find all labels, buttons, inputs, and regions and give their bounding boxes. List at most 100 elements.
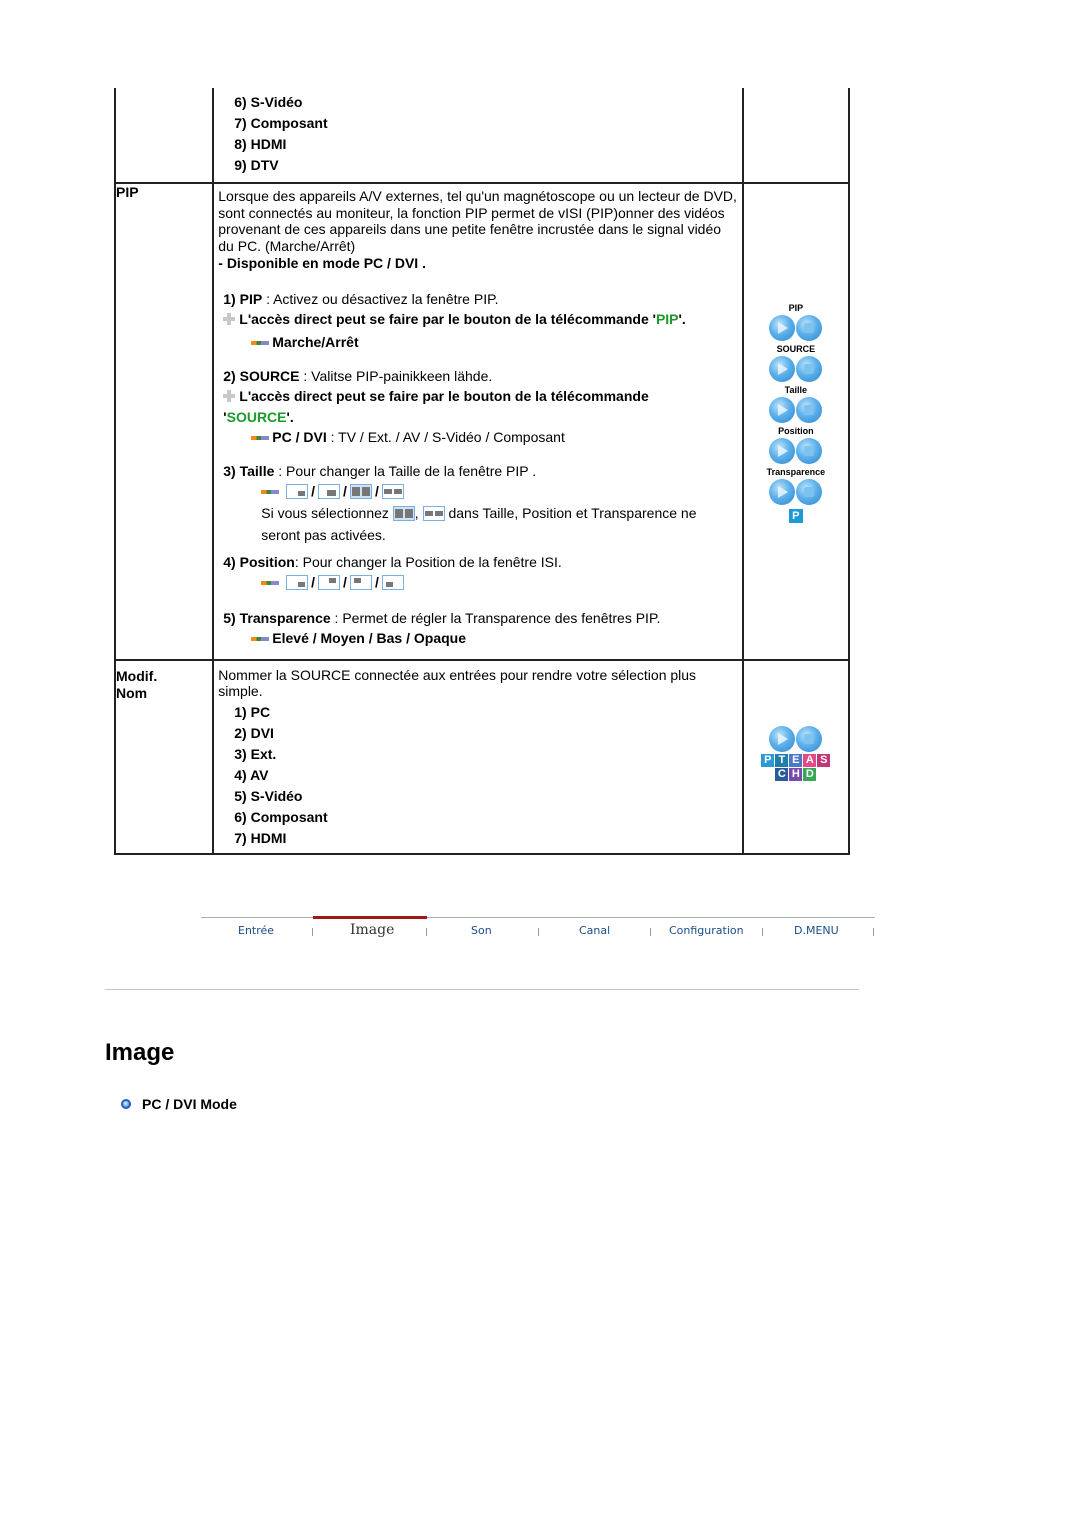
letter-tile: A [803, 753, 817, 767]
position-options: / / / [223, 573, 741, 591]
tab-divider [873, 928, 874, 936]
pip-double-full-icon [349, 484, 372, 500]
remote-label: PIP [788, 303, 804, 313]
pip-bottom-right-icon [286, 575, 309, 591]
tab-canal[interactable]: Canal [579, 924, 610, 937]
tab-divider [426, 928, 427, 936]
row-label-pip: PIP [113, 182, 215, 661]
letter-tile: P [761, 753, 775, 767]
stop-button-icon [796, 479, 823, 505]
remote-buttons-cell: PTEAS CHD [741, 658, 851, 855]
pip-option-transparence: 5) Transparence : Permet de régler la Tr… [223, 609, 661, 646]
content-cell: Nommer la SOURCE connectée aux entrées p… [212, 658, 744, 855]
play-button-icon [769, 397, 796, 423]
stop-button-icon [796, 315, 823, 341]
option-name: Taille [239, 462, 275, 479]
letter-tile: E [789, 753, 803, 767]
play-button-icon [769, 479, 796, 505]
bar-icon [261, 489, 280, 494]
remote-label: Transparence [766, 467, 826, 477]
plus-icon [223, 312, 236, 325]
letter-tile: H [789, 767, 803, 781]
list-item: 3) Ext. [234, 745, 277, 762]
list-item: 7) HDMI [234, 829, 287, 846]
letter-tile: S [817, 753, 831, 767]
pip-large-icon [318, 484, 341, 500]
plus-icon [223, 389, 236, 402]
pip-description: Lorsque des appareils A/V externes, tel … [218, 188, 737, 254]
section-heading: PC / DVI Mode [121, 1096, 237, 1112]
list-item: 5) S-Vidéo [234, 787, 303, 804]
pip-double-full-icon [392, 506, 415, 522]
play-button-icon [769, 725, 796, 752]
bar-icon [261, 580, 280, 585]
stop-button-icon [796, 438, 823, 464]
option-name: SOURCE [239, 367, 300, 384]
tab-divider [650, 928, 651, 936]
list-item: 1) PC [234, 703, 271, 720]
option-name: Transparence [239, 609, 331, 626]
bullet-icon [121, 1099, 131, 1109]
bar-icon [251, 636, 270, 641]
active-tab-indicator [313, 916, 427, 919]
list-item: 9) DTV [234, 157, 279, 173]
divider [105, 989, 859, 990]
list-item: 7) Composant [234, 115, 328, 131]
pip-badge-icon: P [788, 509, 803, 523]
pip-option-taille: 3) Taille : Pour changer la Taille de la… [214, 462, 741, 546]
remote-label: Taille [784, 385, 808, 395]
table-row-rename: Modif. Nom Nommer la SOURCE connectée au… [113, 658, 851, 855]
pip-top-left-icon [349, 575, 372, 591]
pip-availability: - Disponible en mode PC / DVI . [218, 255, 426, 271]
tab-entree[interactable]: Entrée [238, 924, 274, 937]
icon-cell [741, 88, 851, 184]
table-row-pip: PIP Lorsque des appareils A/V externes, … [113, 182, 851, 661]
menu-tabs: Entrée Image Son Canal Configuration D.M… [201, 916, 875, 948]
source-letters-icon: PTEAS CHD [761, 753, 831, 782]
size-options: / / / [223, 482, 741, 500]
list-item: 6) S-Vidéo [234, 94, 303, 110]
tab-son[interactable]: Son [471, 924, 492, 937]
play-button-icon [769, 356, 796, 382]
pip-option-position: 4) Position: Pour changer la Position de… [214, 553, 741, 591]
option-name: Position [239, 553, 295, 570]
tab-dmenu[interactable]: D.MENU [794, 924, 839, 937]
play-button-icon [769, 315, 796, 341]
tab-divider [312, 928, 313, 936]
list-item: 8) HDMI [234, 136, 287, 152]
pip-option-source: 2) SOURCE : Valitse PIP-painikkeen lähde… [223, 367, 649, 445]
label-cell [113, 88, 215, 184]
option-name: PIP [239, 290, 263, 307]
tab-image[interactable]: Image [350, 922, 394, 938]
tab-configuration[interactable]: Configuration [669, 924, 744, 937]
pip-option-pip: 1) PIP : Activez ou désactivez la fenêtr… [223, 290, 686, 350]
settings-table: 6) S-Vidéo 7) Composant 8) HDMI 9) DTV P… [113, 88, 851, 855]
table-row-continued: 6) S-Vidéo 7) Composant 8) HDMI 9) DTV [113, 88, 851, 184]
stop-button-icon [796, 725, 823, 752]
bar-icon [251, 340, 270, 345]
letter-tile: C [775, 767, 789, 781]
list-item: 4) AV [234, 766, 269, 783]
pip-double-icon [381, 484, 404, 500]
pip-double-icon [422, 506, 445, 522]
remote-key-source: SOURCE [226, 408, 287, 425]
list-item: 2) DVI [234, 724, 274, 741]
tab-divider [762, 928, 763, 936]
remote-key-pip: PIP [655, 310, 679, 327]
rename-description: Nommer la SOURCE connectée aux entrées p… [218, 666, 697, 700]
bar-icon [251, 435, 270, 440]
remote-label: SOURCE [776, 344, 816, 354]
remote-buttons-cell: PIP SOURCE Taille Position Transparence … [741, 182, 851, 661]
tab-divider [538, 928, 539, 936]
row-label-rename: Modif. Nom [113, 658, 215, 855]
page-title: Image [105, 1039, 175, 1066]
stop-button-icon [796, 356, 823, 382]
stop-button-icon [796, 397, 823, 423]
letter-tile: D [803, 767, 817, 781]
list-item: 6) Composant [234, 808, 328, 825]
pip-top-right-icon [318, 575, 341, 591]
content-cell: Lorsque des appareils A/V externes, tel … [212, 182, 744, 661]
letter-tile: T [775, 753, 789, 767]
remote-label: Position [778, 426, 814, 436]
pip-bottom-left-icon [381, 575, 404, 591]
